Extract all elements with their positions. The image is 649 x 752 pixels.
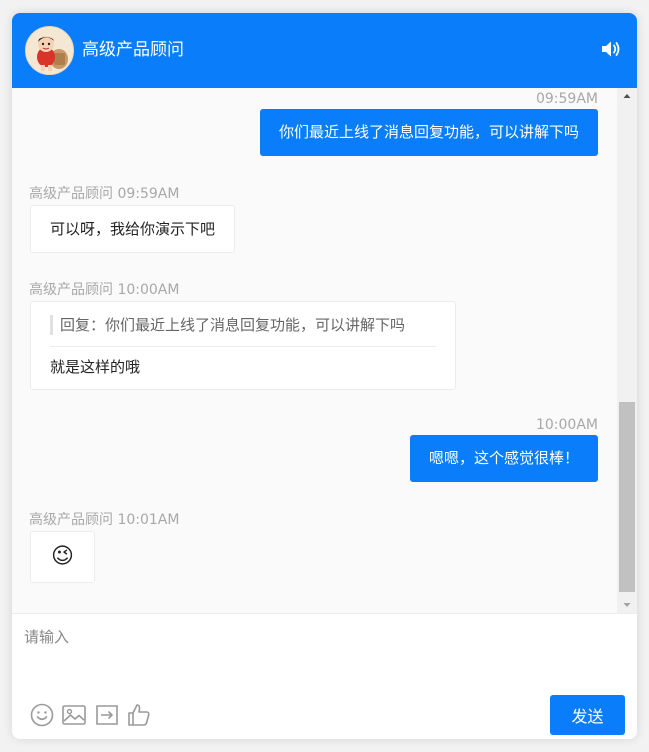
scroll-up-icon[interactable] <box>617 88 637 104</box>
scrollbar[interactable] <box>617 88 637 613</box>
page-background: 高级产品顾问 09:59AM 你们最近上线了消息回复功能，可以讲解下吗 高级产品… <box>0 0 649 752</box>
incoming-reply-message[interactable]: 回复：你们最近上线了消息回复功能，可以讲解下吗 就是这样的哦 <box>30 301 456 390</box>
thumbs-up-icon[interactable] <box>126 702 152 728</box>
file-transfer-icon[interactable] <box>94 702 120 728</box>
quote-divider <box>50 346 436 347</box>
message-list[interactable]: 09:59AM 你们最近上线了消息回复功能，可以讲解下吗 高级产品顾问 09:5… <box>12 88 617 613</box>
reply-text: 就是这样的哦 <box>50 358 141 376</box>
chat-window: 高级产品顾问 09:59AM 你们最近上线了消息回复功能，可以讲解下吗 高级产品… <box>12 13 637 739</box>
message-sender-time: 高级产品顾问 10:00AM <box>29 282 180 298</box>
message-timestamp: 09:59AM <box>535 91 598 107</box>
message-sender-time: 高级产品顾问 09:59AM <box>29 186 180 202</box>
composer: 发送 <box>12 613 637 739</box>
chat-title: 高级产品顾问 <box>82 40 184 60</box>
scroll-thumb[interactable] <box>619 402 635 592</box>
reply-quote: 回复：你们最近上线了消息回复功能，可以讲解下吗 <box>50 315 436 335</box>
message-input[interactable] <box>24 626 624 686</box>
avatar[interactable] <box>25 26 74 75</box>
send-button[interactable]: 发送 <box>550 695 625 735</box>
outgoing-message[interactable]: 你们最近上线了消息回复功能，可以讲解下吗 <box>259 109 598 156</box>
volume-icon[interactable] <box>601 40 621 58</box>
outgoing-message[interactable]: 嗯嗯，这个感觉很棒！ <box>409 435 598 482</box>
message-sender-time: 高级产品顾问 10:01AM <box>29 512 180 528</box>
chat-header: 高级产品顾问 <box>12 13 637 88</box>
message-timestamp: 10:00AM <box>535 417 598 433</box>
scroll-down-icon[interactable] <box>617 597 637 613</box>
image-icon[interactable] <box>61 702 87 728</box>
cartoon-avatar-icon <box>26 27 73 74</box>
emoji-icon[interactable] <box>29 702 55 728</box>
incoming-message[interactable]: 可以呀，我给你演示下吧 <box>30 205 236 253</box>
wink-emoji-icon[interactable]: 😉 <box>30 531 95 583</box>
